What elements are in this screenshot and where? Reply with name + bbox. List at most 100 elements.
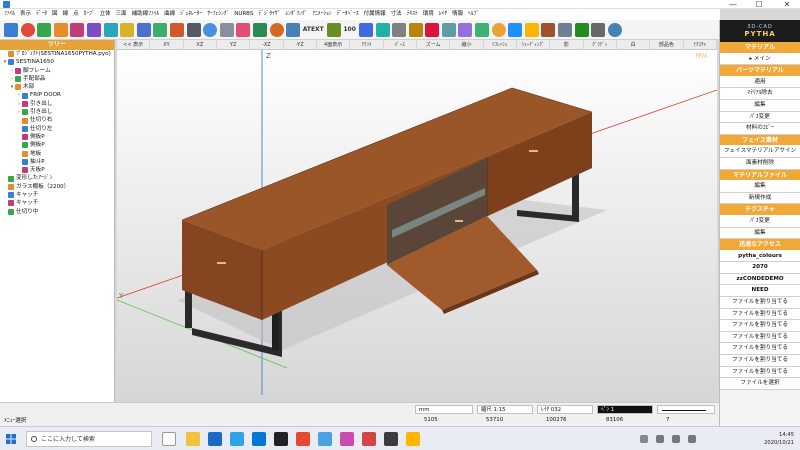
menu-point[interactable]: 点	[73, 9, 79, 20]
pipe-icon[interactable]	[37, 22, 52, 37]
panel-button[interactable]: 編集	[720, 181, 800, 193]
tree-item[interactable]: 変形したｱｰｼﾞﾝ	[0, 174, 114, 182]
sweep-icon[interactable]	[53, 22, 68, 37]
view-shrink-button[interactable]: 縮小	[450, 40, 484, 49]
menu-rendering[interactable]: ﾚﾝﾀﾞﾘﾝｸﾞ	[285, 9, 307, 20]
taskbar-clock[interactable]: 14:45 2020/10/21	[764, 431, 794, 447]
panel-button[interactable]: 2070	[720, 262, 800, 274]
minimize-button[interactable]: —	[722, 0, 744, 9]
panel-button[interactable]: ファイルを選択	[720, 378, 800, 390]
panel-button[interactable]: 面素材削除	[720, 157, 800, 170]
panel-button[interactable]: 編集	[720, 99, 800, 112]
table-icon[interactable]	[326, 22, 341, 37]
tree-item[interactable]: キャッチ	[0, 191, 114, 199]
view-part-color-button[interactable]: 部品色	[650, 40, 684, 49]
panel-button[interactable]: NEED	[720, 285, 800, 298]
volume-icon[interactable]	[672, 435, 680, 443]
menu-animation[interactable]: ｱﾆﾒｰｼｮﾝ	[312, 9, 331, 20]
material-icon[interactable]	[541, 22, 556, 37]
view-refresh-button[interactable]: ﾘﾌﾚｯｼｭ	[484, 40, 517, 49]
settings-icon[interactable]	[591, 22, 606, 37]
store-icon[interactable]	[252, 432, 266, 446]
snap-icon[interactable]	[425, 22, 440, 37]
menu-text[interactable]: ﾃｷｽﾄ	[407, 9, 418, 20]
menu-environment[interactable]: 環境	[423, 9, 434, 20]
mail-icon[interactable]	[208, 432, 222, 446]
menu-aux-line[interactable]: 補助線ﾌｧｲﾙ	[132, 9, 160, 20]
view-yz-button[interactable]: YZ	[217, 40, 251, 49]
task-view-icon[interactable]	[162, 432, 176, 446]
spline-icon[interactable]	[86, 22, 101, 37]
view-xy-button[interactable]: XY	[150, 40, 184, 49]
tree-item[interactable]: 側板P	[0, 133, 114, 141]
app-red-icon[interactable]	[296, 432, 310, 446]
view-perspective-button[interactable]: ﾊﾟｰｽ	[384, 40, 417, 49]
palette-icon[interactable]	[236, 22, 251, 37]
view-white-button[interactable]: 白	[617, 40, 651, 49]
line-style-select[interactable]	[657, 405, 715, 414]
panel-button[interactable]: pytha_colours	[720, 250, 800, 263]
info-icon[interactable]	[607, 22, 622, 37]
panel-button[interactable]: ファイルを割り当てる	[720, 297, 800, 309]
menu-curve[interactable]: ｶｰﾌﾞ	[84, 9, 95, 20]
tree-item[interactable]: 天板P	[0, 166, 114, 174]
tree-item[interactable]: › 手配部品	[0, 75, 114, 83]
view-neg-xz-button[interactable]: -XZ	[250, 40, 284, 49]
tree-item[interactable]: ▾ 木部	[0, 83, 114, 91]
hide-icon[interactable]	[441, 22, 456, 37]
view-neg-yz-button[interactable]: -YZ	[284, 40, 317, 49]
taskbar-search-box[interactable]: ここに入力して検索	[26, 431, 152, 447]
view-four-button[interactable]: 4面表示	[317, 40, 351, 49]
lamp-icon[interactable]	[524, 22, 539, 37]
menu-surfacing[interactable]: ｻｰﾌｪｼﾝｸﾞ	[207, 9, 229, 20]
panel-button[interactable]: 編集	[720, 227, 800, 240]
print-icon[interactable]	[219, 22, 234, 37]
panel-button[interactable]: 材料のｺﾋﾟｰ	[720, 123, 800, 135]
menu-info[interactable]: 情報	[452, 9, 463, 20]
fillet-icon[interactable]	[103, 22, 118, 37]
panel-button[interactable]: ファイルを割り当てる	[720, 320, 800, 332]
close-button[interactable]: ✕	[776, 0, 798, 9]
curve-icon[interactable]	[70, 22, 85, 37]
panel-button[interactable]: ファイルを割り当てる	[720, 355, 800, 367]
tree-item[interactable]: ▾ SESTINA1650	[0, 58, 114, 66]
panel-button[interactable]: フェイスマテリアルアサイン	[720, 146, 800, 158]
menu-view[interactable]: 表示	[20, 9, 31, 20]
camera-icon[interactable]	[186, 22, 201, 37]
app-dark-icon[interactable]	[384, 432, 398, 446]
tree-item[interactable]: › 脚フレーム	[0, 67, 114, 75]
tree-item[interactable]: 仕切り中	[0, 208, 114, 216]
menu-dimension[interactable]: 寸法	[391, 9, 402, 20]
app-purple-icon[interactable]	[340, 432, 354, 446]
show-icon[interactable]	[458, 22, 473, 37]
panel-button[interactable]: ﾏﾃﾘｱﾙ除去	[720, 88, 800, 100]
panel-button[interactable]: 新規作成	[720, 192, 800, 205]
menu-data[interactable]: ﾃﾞｰﾀ	[36, 9, 47, 20]
tree-item[interactable]: › 引き出し	[0, 100, 114, 108]
menu-database[interactable]: ﾃﾞｰﾀﾍﾞｰｽ	[337, 9, 359, 20]
tree-item[interactable]: ﾌﾟﾛｼﾞｪｸﾄ(SESTINA1650PYTHA.pyo)	[0, 50, 114, 58]
tree-item[interactable]: キャッチ	[0, 199, 114, 207]
panel-button[interactable]: ファイルを割り当てる	[720, 308, 800, 321]
grid-icon[interactable]	[392, 22, 407, 37]
tray-chevron-icon[interactable]	[640, 435, 648, 443]
library-icon[interactable]	[558, 22, 573, 37]
tree-item[interactable]: › 引き出し	[0, 108, 114, 116]
view-shading-button[interactable]: ｼｪｰﾃﾞｨﾝｸﾞ	[517, 40, 551, 49]
cylinder-icon[interactable]	[20, 22, 35, 37]
move-icon[interactable]	[252, 22, 267, 37]
panel-button[interactable]: ファイルを割り当てる	[720, 331, 800, 344]
maximize-button[interactable]: ☐	[748, 0, 770, 9]
app-blue-icon[interactable]	[318, 432, 332, 446]
edge-icon[interactable]	[230, 432, 244, 446]
tree-item[interactable]: 仕切り左	[0, 125, 114, 133]
render-icon[interactable]	[508, 22, 523, 37]
menu-three-view[interactable]: 三面	[116, 9, 127, 20]
boolean-icon[interactable]	[136, 22, 151, 37]
eye-icon[interactable]	[203, 22, 218, 37]
menu-file[interactable]: ﾌｧｲﾙ	[4, 9, 15, 20]
menu-digitizer[interactable]: ﾃﾞｼﾞﾀｲｻﾞ	[258, 9, 280, 20]
panel-button[interactable]: ファイルを割り当てる	[720, 343, 800, 356]
view-axo-button[interactable]: ｱｸｿﾒ	[350, 40, 384, 49]
export-icon[interactable]	[574, 22, 589, 37]
